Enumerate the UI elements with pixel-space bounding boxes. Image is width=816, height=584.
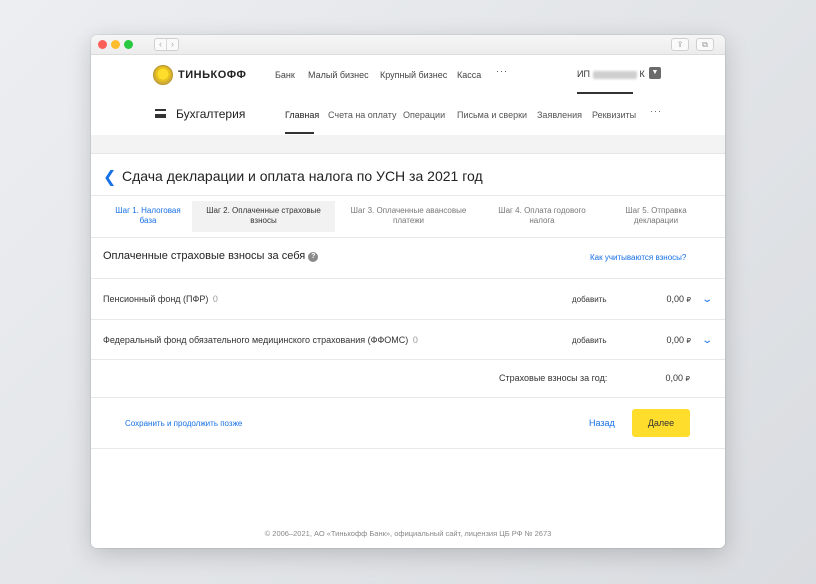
accounting-navigation: Бухгалтерия Главная Счета на оплату Опер…	[91, 95, 725, 135]
page-background	[91, 135, 725, 153]
expand-pfr-chevron-icon[interactable]: ⌄	[701, 294, 713, 305]
redacted-name	[592, 70, 637, 79]
ffoms-label: Федеральный фонд обязательного медицинск…	[103, 335, 409, 345]
add-pfr-button[interactable]: добавить	[572, 295, 607, 304]
browser-forward-button[interactable]: ›	[166, 39, 178, 50]
browser-nav-buttons: ‹ ›	[154, 38, 179, 51]
tab-letters[interactable]: Письма и сверки	[457, 110, 527, 120]
divider	[91, 278, 725, 279]
pfr-currency: ₽	[686, 297, 691, 304]
add-ffoms-button[interactable]: добавить	[572, 336, 607, 345]
total-amount-value: 0,00	[665, 373, 684, 383]
total-amount: 0,00 ₽	[630, 373, 690, 383]
user-account[interactable]: ИП К	[577, 69, 645, 79]
subnav-more-icon[interactable]: ···	[650, 106, 662, 116]
pfr-count: 0	[212, 294, 218, 304]
active-tab-underline	[285, 132, 314, 134]
step-2-active[interactable]: Шаг 2. Оплаченные страховые взносы	[192, 201, 335, 232]
help-icon[interactable]: ?	[308, 252, 319, 262]
how-contributions-counted-link[interactable]: Как учитываются взносы?	[590, 253, 686, 262]
nav-bank[interactable]: Банк	[275, 70, 295, 80]
ffoms-row-label: Федеральный фонд обязательного медицинск…	[103, 335, 418, 345]
top-navigation: ТИНЬКОФФ Банк Малый бизнес Крупный бизне…	[91, 55, 725, 95]
pfr-row-label: Пенсионный фонд (ПФР) 0	[103, 294, 218, 304]
browser-back-button[interactable]: ‹	[155, 39, 166, 50]
browser-titlebar: ‹ › ⇪ ⧉	[91, 35, 725, 55]
ffoms-count: 0	[412, 335, 418, 345]
total-currency: ₽	[685, 376, 690, 383]
page-title: Сдача декларации и оплата налога по УСН …	[122, 168, 483, 184]
pfr-amount: 0,00 ₽	[631, 294, 691, 304]
declaration-card: ❮ Сдача декларации и оплата налога по УС…	[91, 153, 725, 548]
tab-requisites[interactable]: Реквизиты	[592, 110, 636, 120]
browser-window: ‹ › ⇪ ⧉ ТИНЬКОФФ Банк Малый бизнес Крупн…	[91, 35, 725, 548]
nav-corporate-business[interactable]: Крупный бизнес	[380, 70, 447, 80]
close-window-button[interactable]	[98, 40, 107, 49]
save-and-continue-later-link[interactable]: Сохранить и продолжить позже	[125, 419, 242, 428]
step-3[interactable]: Шаг 3. Оплаченные авансовые платежи	[346, 206, 471, 234]
section-title: Бухгалтерия	[176, 107, 246, 121]
tinkoff-logo[interactable]: ТИНЬКОФФ	[153, 65, 246, 85]
brand-name: ТИНЬКОФФ	[178, 69, 247, 81]
divider	[91, 319, 725, 320]
step-1[interactable]: Шаг 1. Налоговая база	[113, 206, 183, 234]
divider	[91, 448, 725, 449]
nav-kassa[interactable]: Касса	[457, 70, 481, 80]
section-heading-text: Оплаченные страховые взносы за себя	[103, 250, 306, 262]
tabs-icon[interactable]: ⧉	[696, 38, 714, 51]
footer-copyright: © 2006–2021, АО «Тинькофф Банк», официал…	[264, 529, 552, 538]
divider	[91, 195, 725, 196]
pfr-amount-value: 0,00	[666, 294, 685, 304]
back-chevron-icon[interactable]: ❮	[103, 167, 116, 187]
ffoms-amount: 0,00 ₽	[631, 335, 691, 345]
tab-main[interactable]: Главная	[285, 110, 319, 120]
user-suffix: К	[639, 69, 645, 79]
maximize-window-button[interactable]	[124, 40, 133, 49]
nav-more-icon[interactable]: ···	[496, 66, 508, 76]
next-button[interactable]: Далее	[632, 409, 690, 437]
divider	[91, 397, 725, 398]
share-icon[interactable]: ⇪	[671, 38, 689, 51]
expand-ffoms-chevron-icon[interactable]: ⌄	[701, 335, 713, 346]
ffoms-amount-value: 0,00	[666, 335, 685, 345]
tab-invoices[interactable]: Счета на оплату	[328, 110, 396, 120]
step-5[interactable]: Шаг 5. Отправка декларации	[611, 206, 701, 234]
ffoms-currency: ₽	[686, 338, 691, 345]
section-heading: Оплаченные страховые взносы за себя?	[103, 250, 319, 262]
minimize-window-button[interactable]	[111, 40, 120, 49]
user-underline	[577, 92, 633, 94]
menu-icon[interactable]	[155, 109, 166, 118]
divider	[91, 359, 725, 360]
account-dropdown-icon[interactable]: ▼	[649, 67, 661, 79]
divider	[91, 237, 725, 238]
total-label: Страховые взносы за год:	[499, 373, 608, 383]
back-button[interactable]: Назад	[589, 418, 615, 428]
nav-small-business[interactable]: Малый бизнес	[308, 70, 369, 80]
tab-statements[interactable]: Заявления	[537, 110, 582, 120]
user-prefix: ИП	[577, 69, 590, 79]
step-4[interactable]: Шаг 4. Оплата годового налога	[488, 206, 596, 234]
tab-operations[interactable]: Операции	[403, 110, 445, 120]
tinkoff-emblem-icon	[153, 65, 173, 85]
pfr-label: Пенсионный фонд (ПФР)	[103, 294, 209, 304]
